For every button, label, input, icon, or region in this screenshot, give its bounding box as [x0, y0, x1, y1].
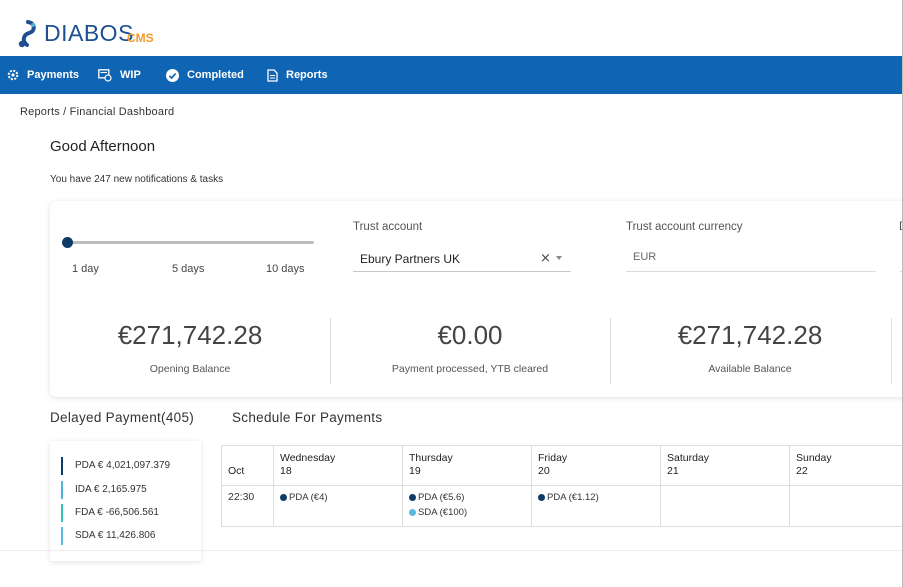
calendar-day-header: Wednesday 18 — [273, 446, 402, 486]
calendar-event-cell[interactable]: PDA (€4) — [273, 486, 402, 526]
wip-icon — [98, 68, 112, 82]
event-label: PDA (€1.12) — [547, 492, 599, 503]
delayed-payment-title: Delayed Payment(405) — [50, 410, 195, 425]
schedule-event-sda[interactable]: SDA (€100) — [409, 505, 531, 520]
calendar-event-cell[interactable] — [789, 486, 903, 526]
delayed-item-sda[interactable]: SDA € 11,426.806 — [61, 527, 155, 545]
main-nav: Payments WIP Completed Reports — [0, 56, 903, 94]
trust-account-select[interactable]: Ebury Partners UK × — [353, 245, 571, 272]
delayed-item-pda[interactable]: PDA € 4,021,097.379 — [61, 457, 170, 475]
currency-value: EUR — [633, 251, 657, 263]
payment-processed-stat: €0.00 Payment processed, YTB cleared — [330, 318, 610, 384]
delayed-item-ida[interactable]: IDA € 2,165.975 — [61, 481, 147, 499]
opening-balance-stat: €271,742.28 Opening Balance — [50, 318, 330, 384]
day-name: Sunday — [796, 452, 832, 464]
clear-icon[interactable]: × — [540, 251, 551, 266]
trust-account-label: Trust account — [353, 221, 423, 233]
calendar-time: 22:30 — [228, 491, 255, 503]
event-dot-icon — [280, 494, 287, 501]
logo-text: DIABOS — [44, 20, 134, 46]
breadcrumb: Reports / Financial Dashboard — [20, 106, 175, 118]
footer-divider — [0, 550, 903, 551]
calendar-event-cell[interactable] — [660, 486, 789, 526]
opening-balance-amount: €271,742.28 — [117, 320, 263, 350]
event-dot-icon — [409, 494, 416, 501]
available-balance-stat: €271,742.28 Available Balance — [610, 318, 890, 384]
nav-payments-label: Payments — [27, 69, 79, 81]
calendar-month: Oct — [228, 465, 245, 477]
nav-wip-label: WIP — [120, 69, 141, 81]
gear-icon — [7, 69, 19, 81]
schedule-event-pda[interactable]: PDA (€1.12) — [538, 490, 660, 505]
slider-label-5-days: 5 days — [172, 263, 205, 275]
slider-label-1-day: 1 day — [72, 263, 99, 275]
day-date: 18 — [280, 465, 292, 477]
calendar-day-header: Thursday 19 — [402, 446, 531, 486]
opening-balance-label: Opening Balance — [149, 363, 231, 375]
payment-processed-label: Payment processed, YTB cleared — [391, 363, 549, 375]
calendar-event-cell[interactable]: PDA (€5.6) SDA (€100) — [402, 486, 531, 526]
nav-reports-label: Reports — [286, 69, 328, 81]
day-date: 19 — [409, 465, 421, 477]
schedule-event-pda[interactable]: PDA (€4) — [280, 490, 402, 505]
available-balance-amount: €271,742.28 — [677, 320, 823, 350]
payment-processed-amount: €0.00 — [437, 320, 503, 350]
notifications-text[interactable]: You have 247 new notifications & tasks — [50, 174, 223, 185]
nav-wip[interactable]: WIP — [98, 56, 141, 94]
top-bar: DIABOS CMS — [0, 0, 903, 57]
currency-label: Trust account currency — [626, 221, 743, 233]
slider-label-10-days: 10 days — [266, 263, 305, 275]
nav-reports[interactable]: Reports — [267, 56, 328, 94]
day-name: Friday — [538, 452, 568, 464]
days-slider-thumb[interactable] — [62, 237, 73, 248]
event-dot-icon — [409, 509, 416, 516]
day-date: 22 — [796, 465, 808, 477]
nav-completed[interactable]: Completed — [166, 56, 244, 94]
event-label: PDA (€5.6) — [418, 492, 465, 503]
days-slider-track[interactable] — [68, 241, 314, 244]
delayed-payment-panel: PDA € 4,021,097.379 IDA € 2,165.975 FDA … — [50, 441, 201, 561]
event-dot-icon — [538, 494, 545, 501]
calendar-month-header: Oct — [222, 446, 273, 486]
calendar-day-header: Saturday 21 — [660, 446, 789, 486]
currency-field[interactable]: EUR — [626, 245, 876, 272]
nav-payments[interactable]: Payments — [7, 56, 79, 94]
available-balance-label: Available Balance — [708, 363, 792, 375]
event-label: PDA (€4) — [289, 492, 328, 503]
page-greeting: Good Afternoon — [50, 138, 156, 155]
trust-account-value: Ebury Partners UK — [360, 252, 461, 266]
check-circle-icon — [166, 68, 179, 82]
payment-schedule-calendar: Oct Wednesday 18 Thursday 19 Friday 20 S… — [221, 445, 903, 527]
day-name: Thursday — [409, 452, 453, 464]
nav-completed-label: Completed — [187, 69, 244, 81]
diabos-logo-icon — [18, 20, 36, 48]
caret-down-icon[interactable] — [556, 256, 562, 260]
event-label: SDA (€100) — [418, 507, 468, 518]
delayed-item-fda[interactable]: FDA € -66,506.561 — [61, 504, 159, 522]
calendar-event-cell[interactable]: PDA (€1.12) — [531, 486, 660, 526]
logo-cms-label: CMS — [127, 31, 154, 45]
calendar-day-header: Friday 20 — [531, 446, 660, 486]
schedule-title: Schedule For Payments — [232, 410, 383, 425]
schedule-event-pda[interactable]: PDA (€5.6) — [409, 490, 531, 505]
day-name: Wednesday — [280, 452, 336, 464]
calendar-time-cell: 22:30 — [222, 486, 273, 526]
day-name: Saturday — [667, 452, 710, 464]
document-icon — [267, 68, 278, 82]
stat-divider — [891, 318, 892, 384]
day-date: 20 — [538, 465, 550, 477]
calendar-day-header: Sunday 22 — [789, 446, 903, 486]
day-date: 21 — [667, 465, 679, 477]
